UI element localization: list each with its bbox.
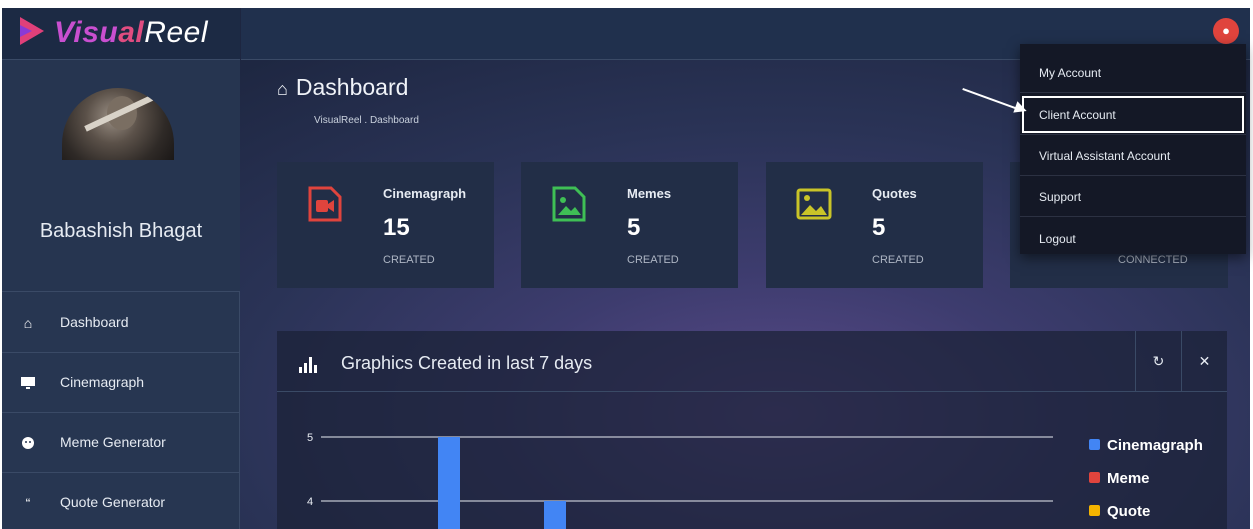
- menu-item-my-account[interactable]: My Account: [1020, 52, 1246, 93]
- legend-label: Quote: [1107, 503, 1151, 520]
- user-icon: ●: [1222, 23, 1230, 38]
- legend-swatch: [1089, 472, 1100, 483]
- card-subtitle: CREATED: [383, 254, 435, 266]
- sidebar: VisualReel Babashish Bhagat ⌂ Dashboard …: [2, 8, 240, 529]
- picture-icon: [796, 188, 832, 220]
- menu-item-label: My Account: [1039, 66, 1102, 80]
- breadcrumb: VisualReel . Dashboard: [314, 115, 419, 126]
- account-dropdown: My Account Client Account Virtual Assist…: [1020, 44, 1246, 254]
- sidebar-item-meme-generator[interactable]: Meme Generator: [2, 413, 240, 473]
- avatar: [62, 88, 174, 160]
- page-title: ⌂ Dashboard: [277, 74, 408, 101]
- legend-label: Meme: [1107, 470, 1150, 487]
- menu-item-client-account[interactable]: Client Account: [1020, 94, 1246, 135]
- legend-item-cinemagraph[interactable]: Cinemagraph: [1089, 437, 1203, 454]
- y-tick-label: 4: [307, 496, 313, 508]
- image-file-icon: [552, 186, 586, 222]
- legend-item-quote[interactable]: Quote: [1089, 503, 1150, 520]
- card-value: 5: [627, 214, 641, 241]
- close-panel-button[interactable]: ✕: [1181, 331, 1227, 392]
- refresh-button[interactable]: ↻: [1135, 331, 1181, 392]
- stat-card-cinemagraph[interactable]: Cinemagraph 15 CREATED: [277, 162, 494, 288]
- brand-part2: al: [118, 16, 145, 49]
- menu-item-label: Client Account: [1039, 108, 1116, 122]
- graphics-panel: Graphics Created in last 7 days ↻ ✕ 54 C…: [277, 331, 1227, 529]
- brand-part3: Reel: [144, 16, 208, 49]
- menu-item-support[interactable]: Support: [1020, 176, 1246, 217]
- sidebar-item-cinemagraph[interactable]: Cinemagraph: [2, 353, 240, 413]
- card-title: Quotes: [872, 186, 917, 201]
- bar-chart-icon: [299, 357, 321, 373]
- legend-swatch: [1089, 505, 1100, 516]
- sidebar-item-label: Quote Generator: [60, 494, 166, 510]
- video-file-icon: [308, 186, 342, 222]
- profile-box: Babashish Bhagat: [2, 60, 240, 292]
- brand-part1: Visu: [54, 16, 119, 49]
- logo-play-icon: [20, 17, 44, 45]
- y-tick-label: 5: [307, 432, 313, 444]
- stat-card-quotes[interactable]: Quotes 5 CREATED: [766, 162, 983, 288]
- sidebar-item-label: Cinemagraph: [60, 374, 145, 390]
- bar-chart: 54: [307, 432, 1053, 529]
- home-icon: ⌂: [277, 79, 288, 99]
- home-icon: ⌂: [23, 315, 33, 331]
- menu-item-label: Virtual Assistant Account: [1039, 149, 1171, 163]
- sidebar-item-dashboard[interactable]: ⌂ Dashboard: [2, 293, 240, 353]
- panel-title: Graphics Created in last 7 days: [341, 353, 593, 373]
- sidebar-item-label: Meme Generator: [60, 434, 166, 450]
- bar-cinemagraph[interactable]: [544, 501, 566, 529]
- legend-swatch: [1089, 439, 1100, 450]
- stat-card-memes[interactable]: Memes 5 CREATED: [521, 162, 738, 288]
- card-value: 5: [872, 214, 886, 241]
- menu-item-label: Support: [1039, 190, 1082, 204]
- monitor-icon: [20, 375, 36, 391]
- card-subtitle: CREATED: [627, 254, 679, 266]
- card-title: Memes: [627, 186, 672, 201]
- legend-label: Cinemagraph: [1107, 437, 1203, 454]
- logo-bar: VisualReel: [2, 8, 240, 60]
- menu-item-logout[interactable]: Logout: [1020, 218, 1246, 259]
- user-menu-button[interactable]: ●: [1213, 18, 1239, 44]
- sidebar-item-quote-generator[interactable]: “ Quote Generator: [2, 473, 240, 529]
- brand-logo[interactable]: VisualReel: [54, 16, 208, 50]
- menu-item-label: Logout: [1039, 232, 1076, 246]
- legend-item-meme[interactable]: Meme: [1089, 470, 1150, 487]
- bar-cinemagraph[interactable]: [438, 437, 460, 529]
- card-subtitle: CREATED: [872, 254, 924, 266]
- quote-icon: “: [25, 495, 31, 511]
- menu-item-virtual-assistant-account[interactable]: Virtual Assistant Account: [1020, 135, 1246, 176]
- sidebar-item-label: Dashboard: [60, 314, 129, 330]
- smiley-icon: [20, 435, 36, 451]
- panel-header: Graphics Created in last 7 days ↻ ✕: [277, 331, 1227, 392]
- card-title: Cinemagraph: [383, 186, 467, 201]
- close-icon: ✕: [1198, 353, 1211, 369]
- page-title-text: Dashboard: [295, 74, 409, 100]
- refresh-icon: ↻: [1152, 353, 1165, 369]
- profile-name: Babashish Bhagat: [39, 220, 203, 242]
- card-value: 15: [383, 214, 410, 241]
